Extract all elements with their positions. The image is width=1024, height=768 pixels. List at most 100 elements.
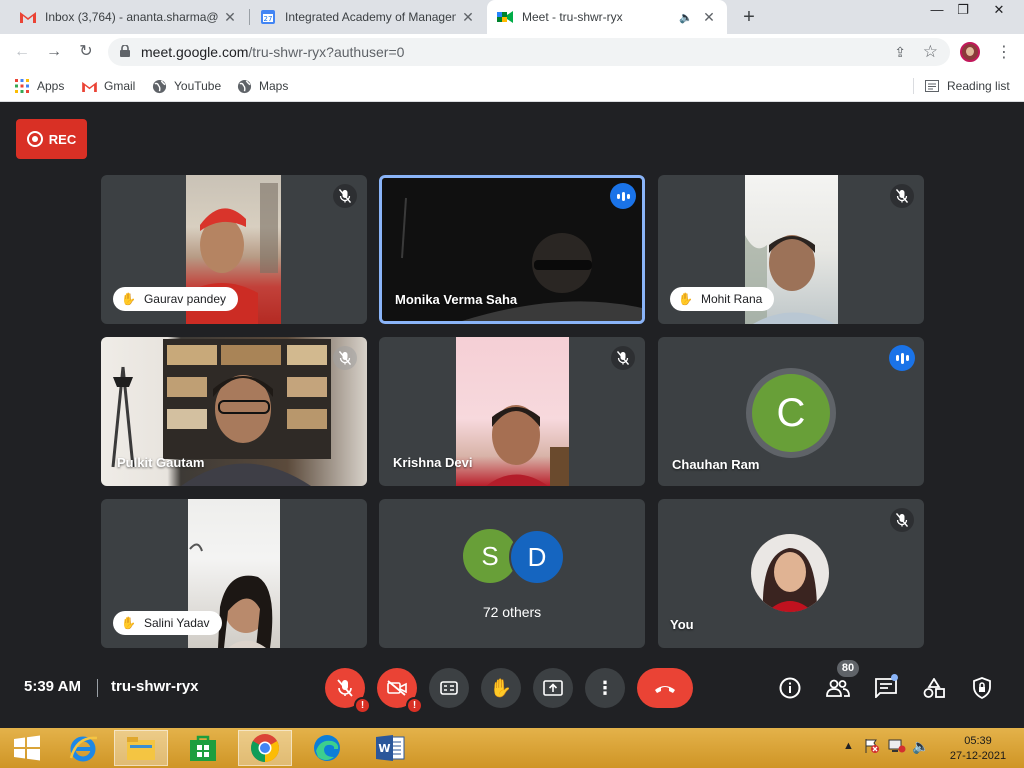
- meeting-time: 5:39 AM: [24, 678, 81, 695]
- globe-icon: [151, 78, 167, 94]
- start-button[interactable]: [0, 730, 54, 766]
- reading-list-button[interactable]: Reading list: [924, 77, 1010, 95]
- participant-tile-others[interactable]: S D 72 others: [379, 499, 645, 648]
- mic-muted-icon: [333, 184, 357, 208]
- calendar-icon: 27: [260, 9, 276, 25]
- avatar-photo: [751, 534, 829, 612]
- close-tab-icon[interactable]: ✕: [701, 9, 717, 25]
- network-icon[interactable]: [888, 739, 906, 756]
- audio-playing-icon[interactable]: 🔈: [679, 11, 693, 24]
- participant-name: Gaurav pandey: [143, 292, 227, 306]
- participant-tile-salini-yadav[interactable]: ✋ Salini Yadav: [101, 499, 367, 648]
- folder-icon: [127, 737, 155, 760]
- meet-icon: [497, 9, 513, 25]
- bookmark-star-icon[interactable]: ☆: [923, 42, 938, 62]
- microphone-toggle-button[interactable]: !: [325, 668, 371, 714]
- present-screen-icon: [543, 680, 563, 696]
- forward-arrow-icon[interactable]: →: [42, 40, 66, 64]
- camera-toggle-button[interactable]: !: [377, 668, 423, 714]
- apps-grid-icon: [14, 78, 30, 94]
- raise-hand-button[interactable]: ✋: [481, 668, 521, 708]
- captions-button[interactable]: [429, 668, 469, 708]
- show-everyone-button[interactable]: [826, 676, 850, 700]
- reading-list-label: Reading list: [947, 79, 1010, 93]
- avatar-initial: S: [481, 540, 499, 571]
- url-text: meet.google.com/tru-shwr-ryx?authuser=0: [141, 44, 405, 60]
- meet-stage: REC ✋ Gaurav pandey Monika Verma Saha ✋ …: [0, 103, 1024, 728]
- participant-tile-gaurav-pandey[interactable]: ✋ Gaurav pandey: [101, 175, 367, 324]
- mic-off-icon: [337, 679, 353, 697]
- meeting-details-button[interactable]: [778, 676, 802, 700]
- back-arrow-icon[interactable]: ←: [10, 40, 34, 64]
- shield-lock-icon: [973, 677, 991, 699]
- bookmark-maps[interactable]: Maps: [236, 77, 288, 95]
- browser-toolbar: ← → ↻ meet.google.com/tru-shwr-ryx?authu…: [0, 34, 1024, 70]
- participant-name: Mohit Rana: [700, 292, 763, 306]
- participant-tile-mohit-rana[interactable]: ✋ Mohit Rana: [658, 175, 924, 324]
- present-now-button[interactable]: [533, 668, 573, 708]
- word-button[interactable]: W: [363, 730, 417, 766]
- tab-integrated-academy[interactable]: 27 Integrated Academy of Managem ✕: [250, 0, 486, 34]
- share-icon[interactable]: ⇪: [894, 44, 906, 61]
- bookmark-youtube[interactable]: YouTube: [151, 77, 221, 95]
- bookmark-gmail[interactable]: Gmail: [81, 77, 135, 95]
- tab-meet[interactable]: Meet - tru-shwr-ryx 🔈 ✕: [487, 0, 727, 34]
- activities-button[interactable]: [922, 676, 946, 700]
- bookmark-label: Maps: [259, 79, 289, 93]
- record-icon: [26, 131, 43, 147]
- recording-indicator[interactable]: REC: [16, 119, 87, 159]
- camera-off-icon: [387, 680, 407, 696]
- chrome-taskbar-button[interactable]: [238, 730, 292, 766]
- mic-muted-icon: [890, 508, 914, 532]
- participant-tile-you[interactable]: You: [658, 499, 924, 648]
- meeting-code: tru-shwr-ryx: [111, 678, 199, 695]
- speaking-indicator-icon: [610, 183, 636, 209]
- participant-name: Monika Verma Saha: [395, 292, 518, 307]
- browser-tab-strip: Inbox (3,764) - ananta.sharma@i ✕ 27 Int…: [0, 0, 1024, 34]
- more-options-button[interactable]: ⋮: [585, 668, 625, 708]
- profile-avatar[interactable]: [960, 42, 980, 62]
- participant-tile-krishna-devi[interactable]: Krishna Devi: [379, 337, 645, 486]
- participant-name-pill: ✋ Gaurav pandey: [113, 287, 239, 311]
- clock-time: 05:39: [964, 735, 992, 747]
- hang-up-icon: [655, 686, 675, 693]
- reload-icon[interactable]: ↻: [74, 40, 98, 64]
- speaking-indicator-icon: [889, 345, 915, 371]
- show-hidden-icons[interactable]: ▲: [843, 740, 854, 752]
- new-tab-button[interactable]: +: [737, 5, 761, 29]
- avatar-initial: C: [776, 390, 806, 435]
- edge-button[interactable]: [300, 730, 354, 766]
- avatar: [751, 534, 829, 612]
- close-tab-icon[interactable]: ✕: [222, 9, 238, 25]
- close-tab-icon[interactable]: ✕: [460, 9, 476, 25]
- participant-tile-chauhan-ram[interactable]: C Chauhan Ram: [658, 337, 924, 486]
- bookmarks-bar: Apps Gmail YouTube Maps Reading list: [0, 70, 1024, 102]
- mic-muted-icon: [890, 184, 914, 208]
- edge-icon: [314, 735, 340, 761]
- participant-tile-monika-verma-saha[interactable]: Monika Verma Saha: [379, 175, 645, 324]
- restore-icon[interactable]: ❐: [948, 0, 978, 22]
- close-window-icon[interactable]: ✕: [984, 0, 1014, 22]
- taskbar-clock[interactable]: 05:39 27-12-2021: [948, 734, 1008, 764]
- participant-tile-pulkit-gautam[interactable]: Pulkit Gautam: [101, 337, 367, 486]
- svg-text:W: W: [378, 742, 390, 755]
- participant-video: [456, 337, 569, 486]
- globe-icon: [236, 78, 252, 94]
- address-bar[interactable]: meet.google.com/tru-shwr-ryx?authuser=0 …: [108, 38, 950, 66]
- bookmark-apps[interactable]: Apps: [14, 77, 64, 95]
- volume-icon[interactable]: 🔈: [912, 738, 929, 755]
- tab-title: Meet - tru-shwr-ryx: [522, 10, 623, 24]
- host-controls-button[interactable]: [970, 676, 994, 700]
- store-button[interactable]: [176, 730, 230, 766]
- raised-hand-icon: ✋: [678, 292, 693, 306]
- tab-gmail-inbox[interactable]: Inbox (3,764) - ananta.sharma@i ✕: [10, 0, 248, 34]
- action-center-flag-icon[interactable]: [864, 738, 880, 757]
- internet-explorer-button[interactable]: [56, 730, 110, 766]
- leave-call-button[interactable]: [637, 668, 693, 708]
- reading-list-icon: [924, 78, 940, 94]
- file-explorer-button[interactable]: [114, 730, 168, 766]
- gmail-icon: [81, 78, 97, 94]
- chrome-menu-icon[interactable]: ⋮: [996, 42, 1012, 62]
- chat-icon: [875, 678, 897, 698]
- warning-badge-icon: !: [354, 697, 371, 714]
